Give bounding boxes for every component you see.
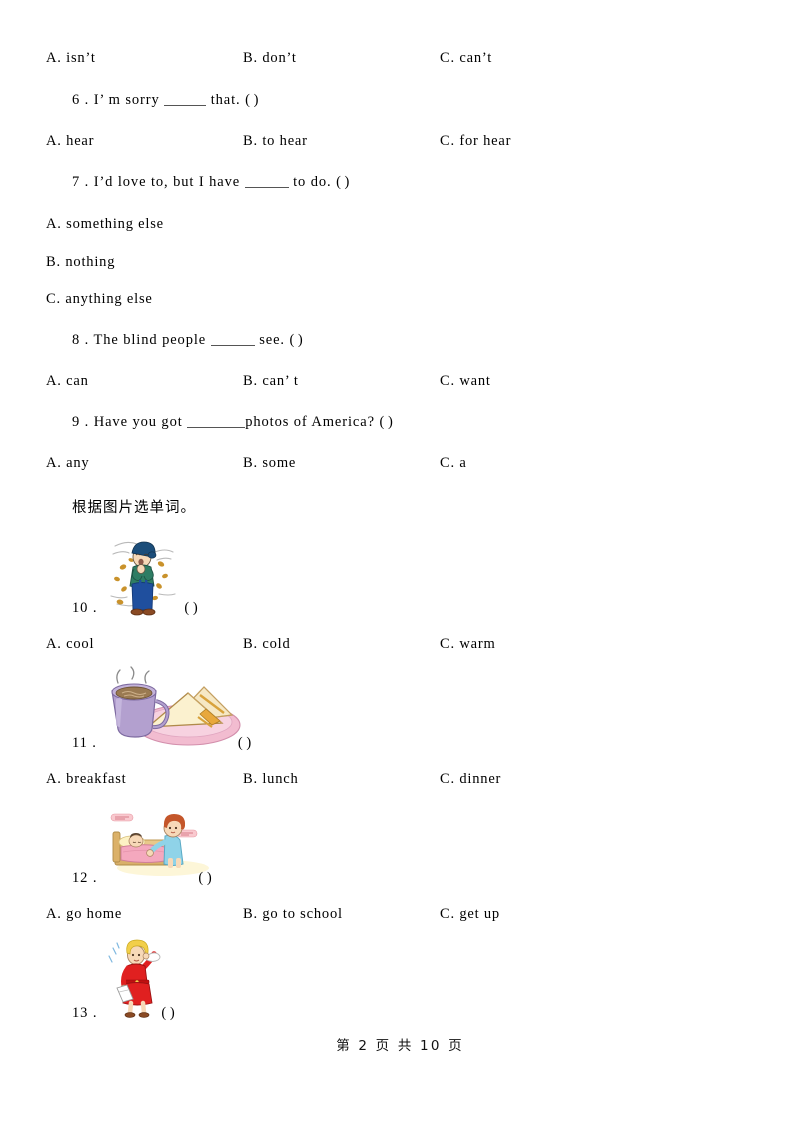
question-9-options: A. any B. some C. a [46, 455, 776, 477]
option-b[interactable]: B. lunch [243, 771, 299, 788]
option-c[interactable]: C. want [440, 373, 491, 390]
option-a[interactable]: A. hear [46, 133, 94, 150]
answer-blank[interactable] [210, 345, 255, 346]
answer-parenthesis[interactable]: ( ) [289, 332, 302, 348]
option-a[interactable]: A. isn’t [46, 50, 96, 67]
question-6-options: A. hear B. to hear C. for hear [46, 133, 776, 155]
question-7-stem: 7 . I’d love to, but I have to do. ( ) [72, 174, 349, 191]
question-7-option-b[interactable]: B. nothing [46, 254, 766, 276]
picture-question-13-number: 13 . ( ) [72, 1005, 175, 1021]
picture-question-10-number: 10 . ( ) [72, 600, 198, 616]
picture-question-12-number: 12 . ( ) [72, 870, 212, 886]
answer-blank[interactable] [164, 105, 207, 106]
option-c[interactable]: C. can’t [440, 50, 492, 67]
picture-question-11-options: A. breakfast B. lunch C. dinner [46, 771, 776, 793]
question-6-stem-pre: 6 . I’ m sorry [72, 92, 160, 108]
option-b[interactable]: B. some [243, 455, 296, 472]
question-8-options: A. can B. can’ t C. want [46, 373, 776, 395]
question-9-stem-post: photos of America? [245, 414, 375, 430]
picture-question-12-options: A. go home B. go to school C. get up [46, 906, 776, 928]
answer-blank[interactable] [187, 427, 246, 428]
worksheet-page: A. isn’t B. don’t C. can’t 6 . I’ m sorr… [0, 0, 800, 1132]
question-5-options: A. isn’t B. don’t C. can’t [46, 50, 776, 72]
question-7-stem-post: to do. [293, 174, 332, 190]
picture-question-11-number: 11 . ( ) [72, 735, 252, 751]
answer-parenthesis[interactable]: ( ) [379, 414, 392, 430]
answer-parenthesis[interactable]: ( ) [161, 1005, 174, 1021]
question-9-stem-pre: 9 . Have you got [72, 414, 183, 430]
option-a[interactable]: A. cool [46, 636, 94, 653]
picture-question-10-options: A. cool B. cold C. warm [46, 636, 776, 658]
option-b[interactable]: B. go to school [243, 906, 343, 923]
question-8-stem: 8 . The blind people see. ( ) [72, 332, 303, 349]
question-6-stem: 6 . I’ m sorry that. ( ) [72, 92, 258, 109]
section-instruction: 根据图片选单词。 [72, 500, 196, 516]
option-a[interactable]: A. can [46, 373, 89, 390]
question-7-option-a[interactable]: A. something else [46, 216, 766, 238]
picture-mother-waking-child [103, 800, 213, 878]
question-8-stem-post: see. [259, 332, 285, 348]
option-b[interactable]: B. cold [243, 636, 291, 653]
question-7-option-c[interactable]: C. anything else [46, 291, 766, 313]
answer-parenthesis[interactable]: ( ) [238, 735, 251, 751]
option-c[interactable]: C. warm [440, 636, 496, 653]
option-b[interactable]: B. can’ t [243, 373, 299, 390]
option-c[interactable]: C. dinner [440, 771, 501, 788]
option-a[interactable]: A. any [46, 455, 89, 472]
option-b[interactable]: B. don’t [243, 50, 297, 67]
answer-parenthesis[interactable]: ( ) [336, 174, 349, 190]
answer-blank[interactable] [244, 187, 289, 188]
answer-parenthesis[interactable]: ( ) [198, 870, 211, 886]
option-a[interactable]: A. go home [46, 906, 122, 923]
question-9-stem: 9 . Have you got photos of America? ( ) [72, 414, 393, 431]
option-a[interactable]: A. breakfast [46, 771, 126, 788]
page-footer: 第 2 页 共 10 页 [336, 1038, 464, 1054]
question-8-stem-pre: 8 . The blind people [72, 332, 207, 348]
option-c[interactable]: C. a [440, 455, 467, 472]
question-7-stem-pre: 7 . I’d love to, but I have [72, 174, 241, 190]
option-c[interactable]: C. for hear [440, 133, 511, 150]
option-c[interactable]: C. get up [440, 906, 500, 923]
option-b[interactable]: B. to hear [243, 133, 308, 150]
answer-parenthesis[interactable]: ( ) [245, 92, 258, 108]
question-6-stem-post: that. [210, 92, 241, 108]
answer-parenthesis[interactable]: ( ) [184, 600, 197, 616]
